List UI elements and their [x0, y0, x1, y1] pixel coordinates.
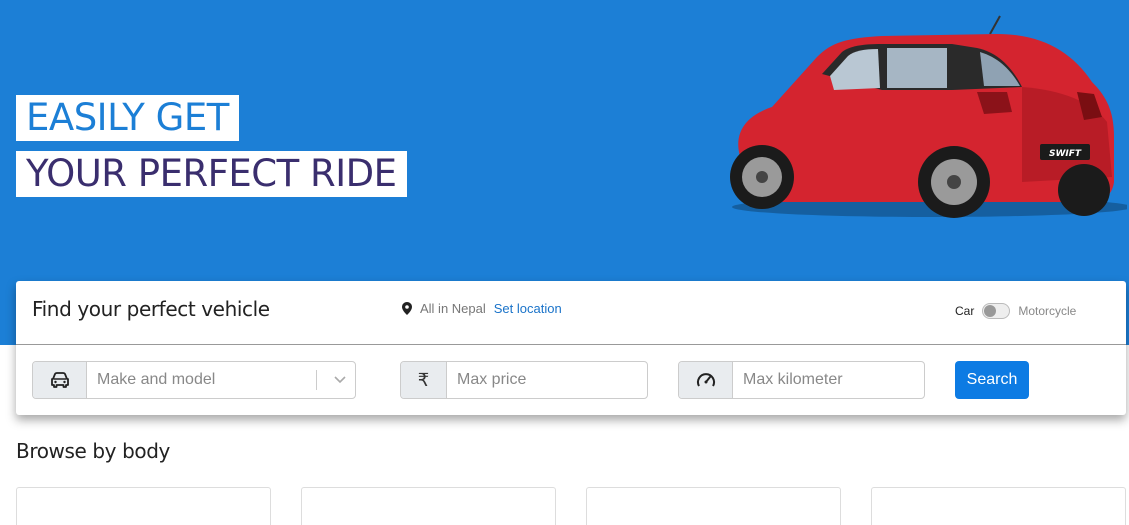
map-pin-icon: [402, 302, 412, 315]
chevron-down-icon[interactable]: [325, 362, 355, 398]
max-km-input[interactable]: Max kilometer: [733, 362, 924, 398]
motorcycle-option-label[interactable]: Motorcycle: [1018, 304, 1076, 318]
toggle-knob: [984, 305, 997, 317]
body-type-card[interactable]: [301, 487, 556, 525]
hero-headline-line1: EASILY GET: [16, 95, 239, 141]
hero-headline-line2: YOUR PERFECT RIDE: [16, 151, 407, 197]
body-type-card[interactable]: [871, 487, 1126, 525]
search-panel-title: Find your perfect vehicle: [32, 297, 270, 321]
speedometer-icon: [679, 362, 733, 398]
location-selector: All in Nepal Set location: [402, 301, 562, 316]
select-separator: [316, 370, 317, 390]
search-panel: Find your perfect vehicle All in Nepal S…: [16, 281, 1126, 415]
body-type-card[interactable]: [586, 487, 841, 525]
car-badge-text: SWIFT: [1049, 149, 1082, 159]
panel-divider: [16, 344, 1126, 345]
car-image: SWIFT: [730, 15, 1127, 218]
max-price-input[interactable]: Max price: [447, 362, 647, 398]
body-type-card[interactable]: [16, 487, 271, 525]
car-icon: [33, 362, 87, 398]
rupee-icon: ₹: [401, 362, 447, 398]
max-price-group: ₹ Max price: [400, 361, 648, 399]
make-model-select[interactable]: Make and model: [32, 361, 356, 399]
location-text: All in Nepal: [420, 301, 486, 316]
search-button[interactable]: Search: [955, 361, 1029, 399]
browse-by-body-title: Browse by body: [16, 439, 170, 463]
max-km-group: Max kilometer: [678, 361, 925, 399]
make-model-input[interactable]: Make and model: [87, 362, 316, 398]
vehicle-type-switch: Car Motorcycle: [955, 303, 1076, 319]
set-location-link[interactable]: Set location: [494, 301, 562, 316]
car-option-label[interactable]: Car: [955, 304, 974, 318]
vehicle-type-toggle[interactable]: [982, 303, 1011, 319]
